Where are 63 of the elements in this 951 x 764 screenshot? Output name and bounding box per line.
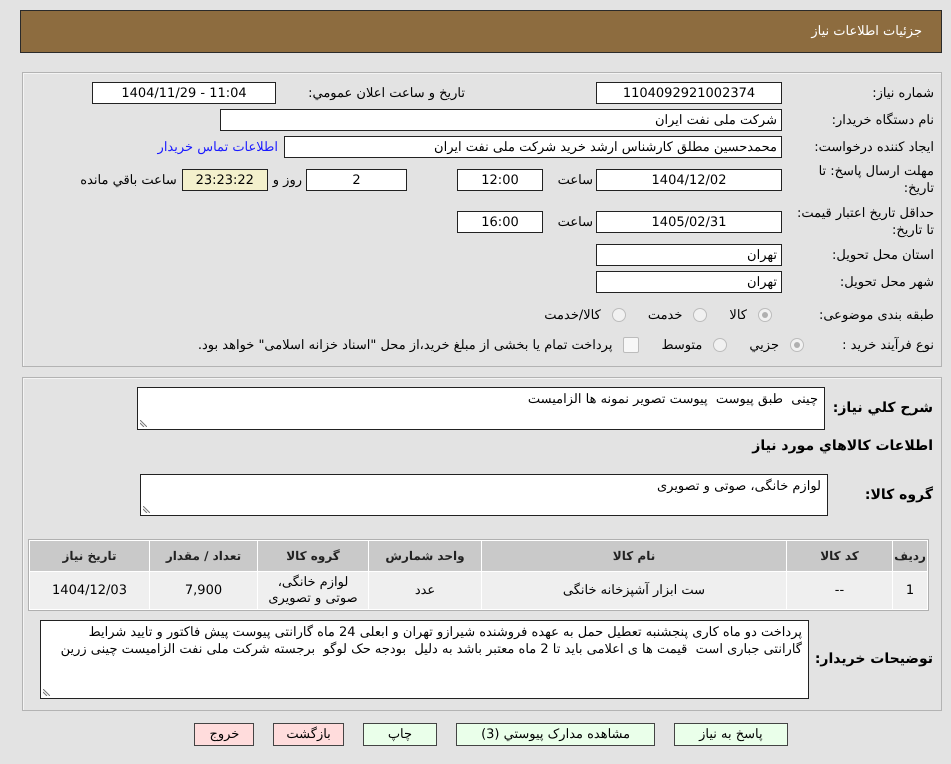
option-label: کالا/خدمت — [544, 308, 601, 322]
column-header: گروه کالا — [258, 541, 368, 571]
column-header: تعداد / مقدار — [150, 541, 257, 571]
table-cell: 1404/12/03 — [30, 572, 149, 609]
days-field[interactable]: 2 — [306, 169, 407, 191]
back-button[interactable]: بازگشت — [273, 723, 344, 746]
field-label: شماره نیاز: — [871, 84, 934, 102]
field-label: شهر محل تحویل: — [838, 274, 934, 290]
field-label: گروه کالا: — [864, 486, 933, 504]
option-label: کالا — [729, 308, 747, 322]
print-button[interactable]: چاپ — [362, 723, 438, 746]
field-label: نوع فرآیند خرید : — [841, 336, 934, 354]
table-cell: 1 — [893, 572, 927, 609]
attachments-button[interactable]: مشاهده مدارک پیوستي (3) — [456, 723, 656, 746]
resize-grip-icon[interactable] — [43, 689, 50, 696]
buyer-contact-link[interactable]: اطلاعات تماس خریدار — [158, 140, 278, 154]
option-label: متوسط — [661, 338, 702, 352]
field-label: حداقل تاریخ اعتبار قیمت: تا تاریخ: — [796, 205, 934, 239]
validity-time-field[interactable]: 16:00 — [457, 211, 543, 233]
field-label: مهلت ارسال پاسخ: تا تاریخ: — [818, 163, 934, 197]
resize-grip-icon[interactable] — [140, 420, 147, 427]
validity-date-field[interactable]: 1405/02/31 — [596, 211, 782, 233]
field-label: نام دستگاه خریدار: — [830, 112, 934, 128]
section-heading: اطلاعات کالاهاي مورد نیاز — [752, 438, 933, 455]
field-label: طبقه بندی موضوعی: — [818, 306, 934, 324]
city-field[interactable]: تهران — [596, 271, 782, 293]
field-label: تاریخ و ساعت اعلان عمومي: — [307, 86, 465, 100]
reply-button[interactable]: پاسخ به نیاز — [674, 723, 788, 746]
option-label: خدمت — [648, 308, 682, 322]
checkbox-label: پرداخت تمام یا بخشی از مبلغ خرید،از محل "اسناد خزانه اسلامی" خواهد بود. — [198, 338, 612, 352]
buyer-org-field[interactable]: شرکت ملی نفت ایران — [220, 109, 782, 131]
field-label: ساعت — [556, 172, 593, 188]
field-label: ساعت — [556, 214, 593, 230]
deadline-date-field[interactable]: 1404/12/02 — [596, 169, 782, 191]
need-number-field[interactable]: 1104092921002374 — [596, 82, 782, 104]
deadline-time-field[interactable]: 12:00 — [457, 169, 543, 191]
remaining-time-field: 23:23:22 — [182, 169, 268, 191]
field-label: توضیحات خریدار: — [814, 651, 933, 668]
table-cell: 7,900 — [150, 572, 257, 609]
table-cell: -- — [787, 572, 892, 609]
column-header: واحد شمارش — [369, 541, 481, 571]
column-header: نام کالا — [482, 541, 786, 571]
option-label: جزيي — [749, 338, 779, 352]
field-label: ایجاد کننده درخواست: — [813, 138, 934, 156]
table-cell: لوازم خانگی، صوتی و تصویری — [258, 572, 368, 609]
field-label: شرح کلي نیاز: — [832, 400, 933, 417]
goods-group-field[interactable]: لوازم خانگی، صوتی و تصویری — [140, 474, 828, 516]
summary-field[interactable]: چینی طبق پیوست پیوست تصویر نمونه ها الزامیست — [137, 387, 825, 430]
column-header: تاریخ نیاز — [30, 541, 149, 571]
field-label: استان محل تحویل: — [831, 246, 934, 264]
buyer-notes-field[interactable]: پرداخت دو ماه کاری پنجشنبه تعطیل حمل به عهده فروشنده شیرازو تهران و ابعلی 24 ماه گارانتی پیوست پیش فاکتور و تایید شرایط گارانتی جباری است قیمت ها ی اعلامی باید تا 2 ماه معتبر باشد به دلیل بودجه حک لوگو برجسته شرکت ملی نفت الزامیست چینی زرین — [40, 620, 809, 699]
province-field[interactable]: تهران — [596, 244, 782, 266]
column-header: ردیف — [893, 541, 927, 571]
table-cell: ست ابزار آشپزخانه خانگی — [482, 572, 786, 609]
page-title: جزئیات اطلاعات نیاز — [811, 24, 922, 39]
requester-field[interactable]: محمدحسین مطلق کارشناس ارشد خرید شرکت ملی نفت ایران — [284, 136, 782, 158]
field-label: ساعت باقي مانده — [80, 172, 177, 188]
exit-button[interactable]: خروج — [194, 723, 254, 746]
announce-date-field[interactable]: 1404/11/29 - 11:04 — [92, 82, 276, 104]
resize-grip-icon[interactable] — [143, 506, 150, 513]
column-header: کد کالا — [787, 541, 892, 571]
field-label: روز و — [272, 172, 302, 188]
table-cell: عدد — [369, 572, 481, 609]
